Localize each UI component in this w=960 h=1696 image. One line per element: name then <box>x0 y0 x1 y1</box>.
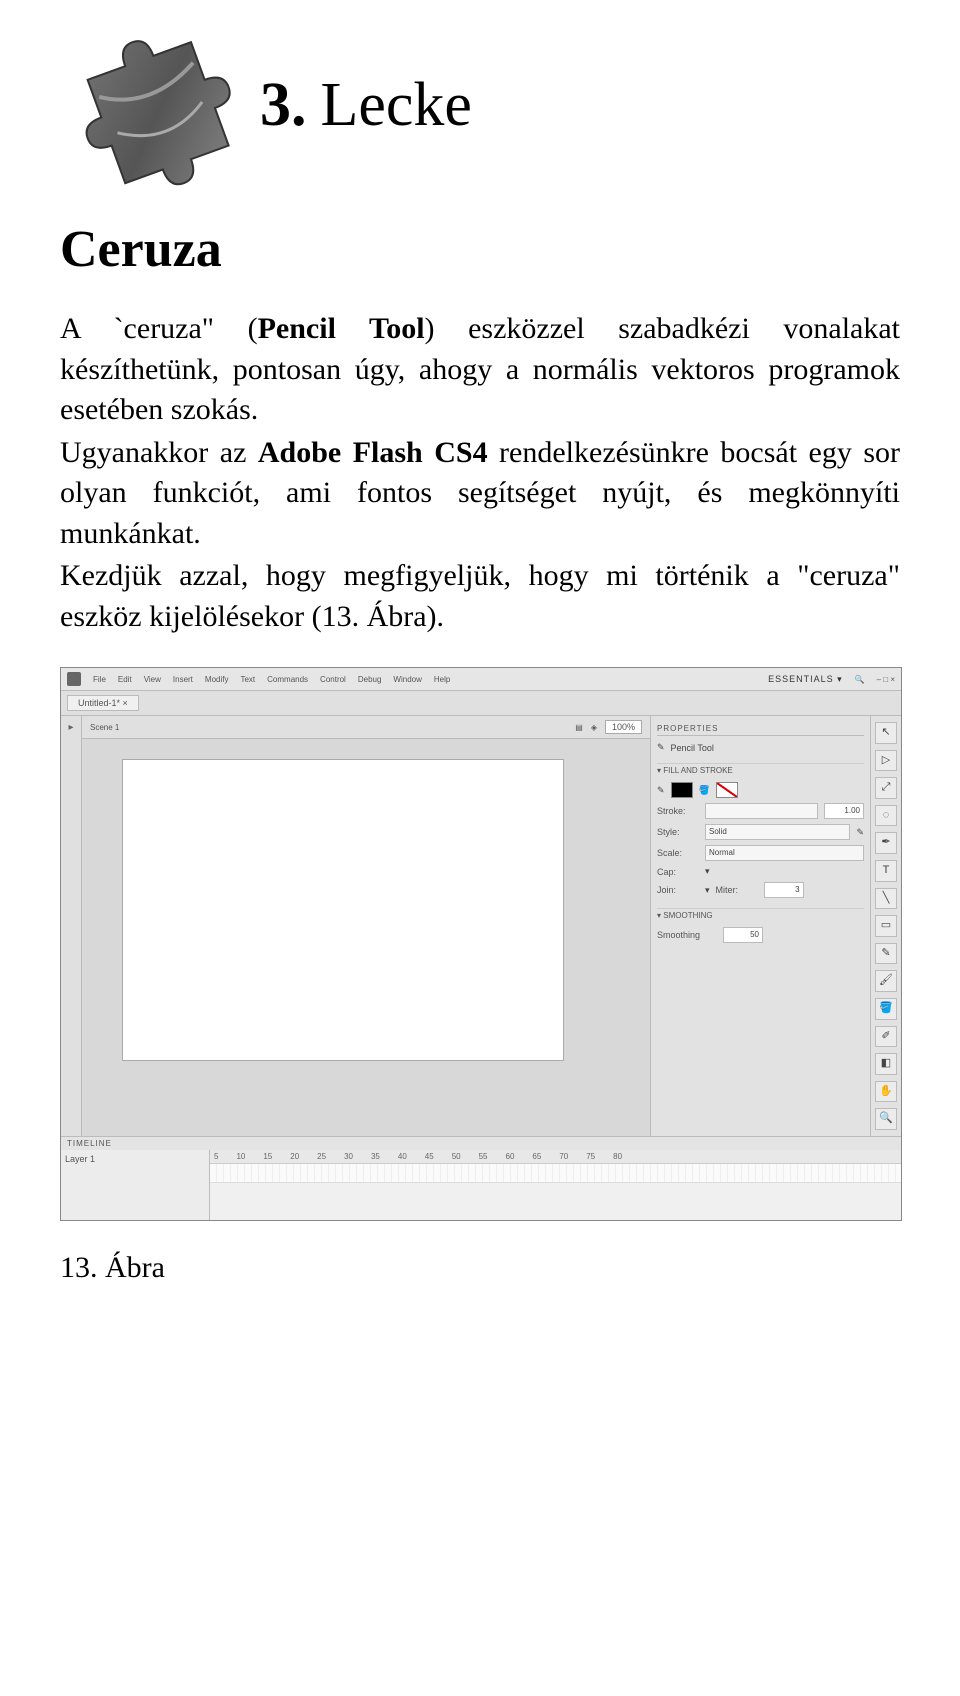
fill-stroke-section: ▾ FILL AND STROKE <box>657 763 864 777</box>
scale-dropdown[interactable]: Normal <box>705 845 864 861</box>
miter-value[interactable]: 3 <box>764 882 804 898</box>
puzzle-piece-icon <box>60 20 240 190</box>
stroke-color-swatch[interactable] <box>671 782 693 798</box>
menu-commands[interactable]: Commands <box>267 675 308 684</box>
menu-file[interactable]: File <box>93 675 106 684</box>
hand-tool-icon[interactable]: ✋ <box>875 1081 897 1103</box>
collapse-arrow-icon[interactable]: ▸ <box>68 722 73 733</box>
rectangle-tool-icon[interactable]: ▭ <box>875 915 897 937</box>
miter-label: Miter: <box>716 885 758 895</box>
stage-canvas[interactable] <box>122 759 564 1061</box>
timeline-tab[interactable]: TIMELINE <box>61 1137 901 1150</box>
menu-control[interactable]: Control <box>320 675 346 684</box>
selection-tool-icon[interactable]: ↖ <box>875 722 897 744</box>
menu-text[interactable]: Text <box>240 675 255 684</box>
lesson-header: 3. Lecke <box>60 20 900 190</box>
stroke-swatch-icon[interactable]: ✎ <box>657 785 665 796</box>
smoothing-section: ▾ SMOOTHING <box>657 908 864 922</box>
eyedropper-tool-icon[interactable]: ✐ <box>875 1026 897 1048</box>
menu-view[interactable]: View <box>144 675 161 684</box>
zoom-field[interactable]: 100% <box>605 720 642 734</box>
text-tool-icon[interactable]: T <box>875 860 897 882</box>
stroke-value[interactable]: 1.00 <box>824 803 864 819</box>
join-dropdown[interactable]: ▾ <box>705 885 710 896</box>
paragraph-2: Ugyanakkor az Adobe Flash CS4 rendelkezé… <box>60 433 900 555</box>
menu-debug[interactable]: Debug <box>358 675 382 684</box>
style-label: Style: <box>657 827 699 837</box>
edit-style-icon[interactable]: ✎ <box>856 827 864 838</box>
menu-insert[interactable]: Insert <box>173 675 193 684</box>
pencil-tool-icon[interactable]: ✎ <box>875 943 897 965</box>
lesson-title: Lecke <box>321 71 472 139</box>
menu-modify[interactable]: Modify <box>205 675 229 684</box>
zoom-tool-icon[interactable]: 🔍 <box>875 1108 897 1130</box>
pen-tool-icon[interactable]: ✒ <box>875 832 897 854</box>
paragraph-3: Kezdjük azzal, hogy megfigyeljük, hogy m… <box>60 556 900 637</box>
timeline-panel: TIMELINE Layer 1 51015202530354045505560… <box>61 1136 901 1220</box>
left-dock: ▸ <box>61 716 82 1136</box>
search-icon[interactable]: 🔍 <box>855 675 865 684</box>
lasso-tool-icon[interactable]: ◌ <box>875 805 897 827</box>
timeline-frames[interactable]: 5101520253035404550556065707580 <box>210 1150 901 1220</box>
fill-swatch-icon[interactable]: 🪣 <box>699 785 710 796</box>
flash-logo-icon <box>67 672 81 686</box>
frame-ruler: 5101520253035404550556065707580 <box>210 1150 901 1164</box>
scene-label[interactable]: Scene 1 <box>90 723 119 732</box>
properties-panel-title: PROPERTIES <box>657 722 864 736</box>
cap-label: Cap: <box>657 867 699 877</box>
scale-label: Scale: <box>657 848 699 858</box>
style-dropdown[interactable]: Solid <box>705 824 850 840</box>
frame-track[interactable] <box>210 1164 901 1183</box>
workspace-switcher[interactable]: ESSENTIALS ▾ <box>768 674 843 685</box>
figure-caption: 13. Ábra <box>60 1251 900 1285</box>
subselect-tool-icon[interactable]: ▷ <box>875 750 897 772</box>
timeline-layers: Layer 1 <box>61 1150 210 1220</box>
paint-bucket-tool-icon[interactable]: 🪣 <box>875 998 897 1020</box>
menu-edit[interactable]: Edit <box>118 675 132 684</box>
smoothing-label: Smoothing <box>657 930 717 940</box>
flash-cs4-screenshot: File Edit View Insert Modify Text Comman… <box>60 667 902 1221</box>
edit-scene-icon[interactable]: ▤ <box>575 723 583 732</box>
menu-window[interactable]: Window <box>393 675 421 684</box>
smoothing-value[interactable]: 50 <box>723 927 763 943</box>
brush-tool-icon[interactable]: 🖌 <box>875 970 897 992</box>
stage-pasteboard[interactable] <box>82 739 650 1136</box>
edit-symbol-icon[interactable]: ◈ <box>591 723 597 732</box>
tool-name-label: Pencil Tool <box>671 743 714 753</box>
stroke-slider[interactable] <box>705 803 818 819</box>
document-tabs: Untitled-1* × <box>61 691 901 716</box>
fill-color-swatch[interactable] <box>716 782 738 798</box>
paragraph-1: A `ceruza" (Pencil Tool) eszközzel szaba… <box>60 309 900 431</box>
right-panels: PROPERTIES ✎ Pencil Tool ▾ FILL AND STRO… <box>650 716 901 1136</box>
window-controls-icon[interactable]: – □ × <box>877 675 895 684</box>
pencil-icon: ✎ <box>657 742 665 753</box>
stage-header: Scene 1 ▤ ◈ 100% <box>82 716 650 739</box>
cap-dropdown[interactable]: ▾ <box>705 866 710 877</box>
doc-tab-untitled[interactable]: Untitled-1* × <box>67 695 139 711</box>
toolbox: ↖ ▷ ⤢ ◌ ✒ T ╲ ▭ ✎ 🖌 🪣 ✐ ◧ ✋ 🔍 <box>870 716 901 1136</box>
stroke-label: Stroke: <box>657 806 699 816</box>
join-label: Join: <box>657 885 699 895</box>
free-transform-tool-icon[interactable]: ⤢ <box>875 777 897 799</box>
line-tool-icon[interactable]: ╲ <box>875 888 897 910</box>
flash-menubar: File Edit View Insert Modify Text Comman… <box>61 668 901 691</box>
section-title: Ceruza <box>60 220 900 279</box>
menu-help[interactable]: Help <box>434 675 450 684</box>
figure-13: File Edit View Insert Modify Text Comman… <box>60 667 900 1221</box>
lesson-number: 3. <box>260 71 307 139</box>
layer-row[interactable]: Layer 1 <box>65 1154 205 1164</box>
eraser-tool-icon[interactable]: ◧ <box>875 1053 897 1075</box>
